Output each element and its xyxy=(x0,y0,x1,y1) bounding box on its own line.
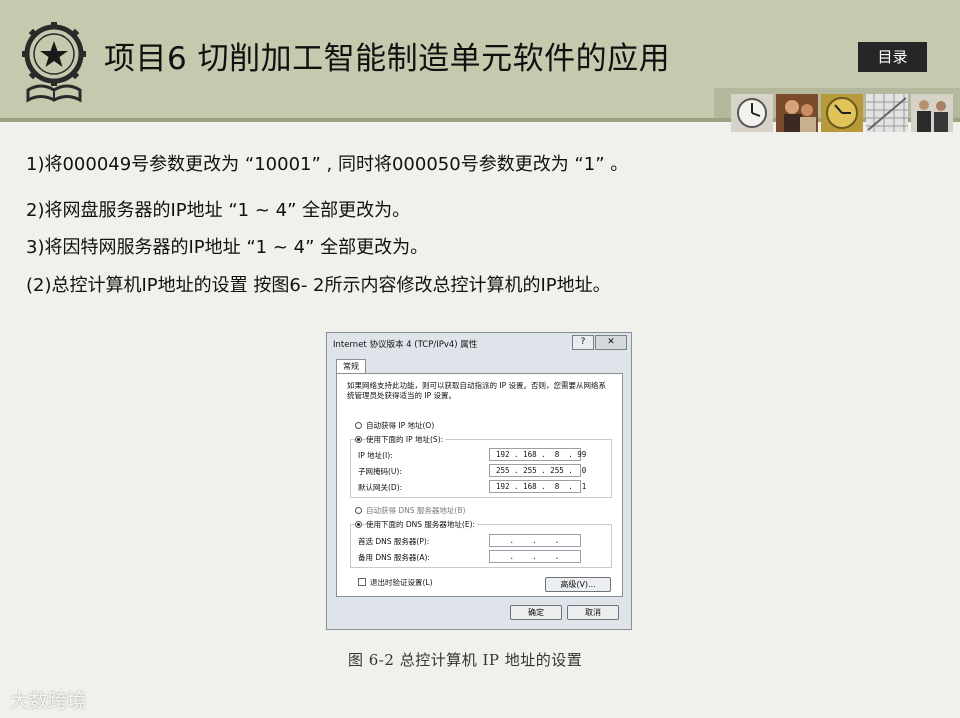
subnet-mask-label: 子网掩码(U): xyxy=(358,467,402,476)
alternate-dns-field[interactable]: . . . xyxy=(489,550,581,563)
cancel-button[interactable]: 取消 xyxy=(567,605,619,620)
manual-dns-radio[interactable] xyxy=(355,521,362,528)
watermark: 大数跨境 xyxy=(10,690,87,712)
general-panel: 如果网络支持此功能，则可以获取自动指派的 IP 设置。否则，您需要从网络系统管理… xyxy=(336,373,623,597)
auto-dns-radio[interactable] xyxy=(355,507,362,514)
page-title: 项目6 切削加工智能制造单元软件的应用 xyxy=(104,41,671,77)
dialog-description: 如果网络支持此功能，则可以获取自动指派的 IP 设置。否则，您需要从网络系统管理… xyxy=(347,381,607,400)
grid-photo-icon xyxy=(866,94,908,132)
star-book-gear-emblem-icon xyxy=(18,20,90,104)
clock-photo-icon xyxy=(731,94,773,132)
dialog-title: Internet 协议版本 4 (TCP/IPv4) 属性 xyxy=(333,340,478,350)
preferred-dns-field[interactable]: . . . xyxy=(489,534,581,547)
toc-button[interactable]: 目录 xyxy=(858,42,927,72)
advanced-button[interactable]: 高级(V)... xyxy=(545,577,611,592)
manual-ip-label: 使用下面的 IP 地址(S): xyxy=(366,434,446,445)
validate-checkbox[interactable] xyxy=(358,578,366,586)
auto-ip-radio[interactable] xyxy=(355,422,362,429)
ok-button[interactable]: 确定 xyxy=(510,605,562,620)
manual-dns-label: 使用下面的 DNS 服务器地址(E): xyxy=(366,519,478,530)
tcpip-properties-dialog: Internet 协议版本 4 (TCP/IPv4) 属性 ? ✕ 常规 如果网… xyxy=(326,332,632,630)
ip-address-field[interactable]: 192 . 168 . 8 . 99 xyxy=(489,448,586,461)
instruction-line-3: 3)将因特网服务器的IP地址 “1 ~ 4” 全部更改为。 xyxy=(26,237,429,258)
validate-label: 退出时验证设置(L) xyxy=(370,578,433,587)
gateway-field[interactable]: 192 . 168 . 8 . 1 xyxy=(489,480,586,493)
people-photo-icon xyxy=(776,94,818,132)
auto-dns-label: 自动获得 DNS 服务器地址(B) xyxy=(366,506,466,515)
instruction-line-1: 1)将000049号参数更改为 “10001” , 同时将000050号参数更改… xyxy=(26,154,629,175)
close-button[interactable]: ✕ xyxy=(595,335,627,350)
subnet-mask-field[interactable]: 255 . 255 . 255 . 0 xyxy=(489,464,586,477)
figure-caption: 图 6-2 总控计算机 IP 地址的设置 xyxy=(348,651,583,669)
clock-face-photo-icon xyxy=(821,94,863,132)
tab-general[interactable]: 常规 xyxy=(336,359,366,373)
instruction-line-2: 2)将网盘服务器的IP地址 “1 ~ 4” 全部更改为。 xyxy=(26,200,411,221)
help-button[interactable]: ? xyxy=(572,335,594,350)
ip-address-label: IP 地址(I): xyxy=(358,451,393,460)
manual-ip-radio[interactable] xyxy=(355,436,362,443)
preferred-dns-label: 首选 DNS 服务器(P): xyxy=(358,537,430,546)
gateway-label: 默认网关(D): xyxy=(358,483,403,492)
instruction-line-4: (2)总控计算机IP地址的设置 按图6- 2所示内容修改总控计算机的IP地址。 xyxy=(26,275,611,296)
auto-ip-label: 自动获得 IP 地址(O) xyxy=(366,421,435,430)
alternate-dns-label: 备用 DNS 服务器(A): xyxy=(358,553,430,562)
businessmen-photo-icon xyxy=(911,94,953,132)
header-photo-strip xyxy=(731,94,953,132)
